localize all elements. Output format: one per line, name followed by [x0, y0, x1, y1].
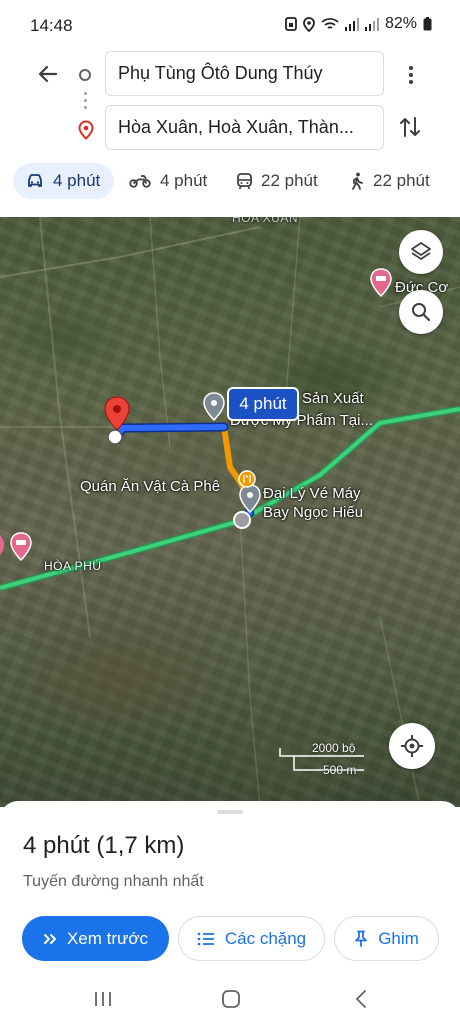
back-button[interactable]: [36, 62, 64, 90]
swap-button[interactable]: [398, 114, 424, 140]
back-nav-button[interactable]: [353, 989, 369, 1013]
place-pin: [203, 392, 225, 422]
mode-motorbike[interactable]: 4 phút: [129, 163, 207, 199]
mode-motorbike-label: 4 phút: [160, 171, 208, 190]
scale-imperial: 2000 bộ: [312, 741, 356, 755]
double-chevron-icon: [43, 933, 56, 944]
mode-car-label: 4 phút: [53, 171, 101, 190]
map-label-agency-2: Bay Ngọc Hiếu: [263, 504, 364, 521]
pin-button-label: Ghim: [378, 928, 419, 948]
layers-icon: [411, 242, 431, 260]
steps-button-label: Các chặng: [224, 928, 307, 948]
scale-metric: 500 m: [323, 763, 357, 777]
route-dot: [84, 106, 87, 109]
pin-button[interactable]: Ghim: [334, 916, 439, 961]
map-label-area: HÒA PHÚ: [44, 559, 102, 573]
origin-marker: [233, 511, 251, 529]
layers-button[interactable]: [399, 230, 443, 274]
my-location-button[interactable]: [389, 723, 435, 769]
restaurant-pin: [238, 470, 256, 488]
home-icon: [222, 990, 240, 1008]
map-overlay: [0, 217, 460, 807]
destination-dot: [107, 429, 123, 445]
my-location-icon: [401, 735, 423, 757]
status-bar: 14:48 82%: [0, 0, 460, 50]
home-button[interactable]: [221, 989, 241, 1013]
walk-icon: [352, 172, 363, 190]
map-label-restaurant: Quán Ăn Vật Cà Phê: [80, 478, 221, 495]
route-time-bubble[interactable]: 4 phút: [227, 387, 299, 421]
travel-modes: 4 phút 4 phút 22 phút 22 phút: [0, 163, 460, 201]
preview-button[interactable]: Xem trước: [22, 916, 169, 961]
motorbike-icon: [129, 175, 151, 188]
hotel-pin: [370, 268, 392, 298]
origin-field[interactable]: Phụ Tùng Ôtô Dung Thúy: [105, 51, 384, 96]
destination-pin-icon: [78, 120, 94, 140]
list-icon: [197, 932, 214, 945]
swap-icon: [400, 117, 420, 137]
signal-icon: [364, 17, 379, 31]
search-icon: [412, 303, 431, 322]
hotel-pin: [0, 535, 4, 555]
route-description: Tuyến đường nhanh nhất: [23, 873, 204, 890]
system-nav-bar: [0, 981, 460, 1023]
status-time: 14:48: [30, 16, 73, 35]
status-icons: 82%: [285, 15, 432, 33]
search-along-route-button[interactable]: [399, 290, 443, 334]
mode-walk-label: 22 phút: [373, 171, 430, 190]
signal-icon: [344, 17, 359, 31]
recent-apps-button[interactable]: [93, 989, 113, 1013]
recents-icon: [95, 992, 111, 1006]
map-view[interactable]: Đức Cơ Sản Xuất Dược Mỹ Phẩm Tại... Quán…: [0, 217, 460, 807]
destination-field[interactable]: Hòa Xuân, Hoà Xuân, Thàn...: [105, 105, 384, 150]
more-options-button[interactable]: [404, 66, 418, 86]
route-sheet: 4 phút (1,7 km) Tuyến đường nhanh nhất X…: [0, 801, 460, 981]
origin-circle-icon: [79, 69, 91, 81]
pin-icon: [355, 930, 368, 947]
mode-walk[interactable]: 22 phút: [350, 163, 430, 199]
mode-car[interactable]: 4 phút: [13, 163, 114, 199]
mode-transit-label: 22 phút: [261, 171, 318, 190]
battery-percent: 82%: [384, 15, 417, 32]
battery-icon: [423, 17, 432, 31]
map-label-agency-1: Đại Lý Vé Máy: [263, 485, 361, 502]
back-chevron-icon: [356, 990, 366, 1008]
route-duration: 4 phút (1,7 km): [23, 832, 184, 860]
hotel-pin: [10, 532, 32, 562]
map-label-production-1: Sản Xuất: [302, 390, 364, 407]
car-icon: [28, 174, 42, 187]
route-dot: [84, 99, 87, 102]
preview-button-label: Xem trước: [66, 928, 149, 948]
steps-button[interactable]: Các chặng: [178, 916, 325, 961]
wifi-icon: [321, 18, 339, 29]
location-icon: [303, 16, 315, 32]
duration-distance: (1,7 km): [96, 832, 185, 859]
mode-transit[interactable]: 22 phút: [237, 163, 318, 199]
map-scale: 2000 bộ 500 m: [278, 741, 368, 778]
route-dot: [84, 92, 87, 95]
directions-header: Phụ Tùng Ôtô Dung Thúy Hòa Xuân, Hoà Xuâ…: [0, 50, 460, 217]
route-indicator: [78, 66, 94, 140]
sheet-drag-handle[interactable]: [217, 810, 243, 814]
transit-icon: [237, 172, 252, 189]
back-arrow-icon: [38, 65, 58, 83]
sim-icon: [285, 17, 297, 31]
duration-time: 4 phút: [23, 832, 90, 859]
map-label-road: HÒA XUÂN: [232, 217, 299, 225]
